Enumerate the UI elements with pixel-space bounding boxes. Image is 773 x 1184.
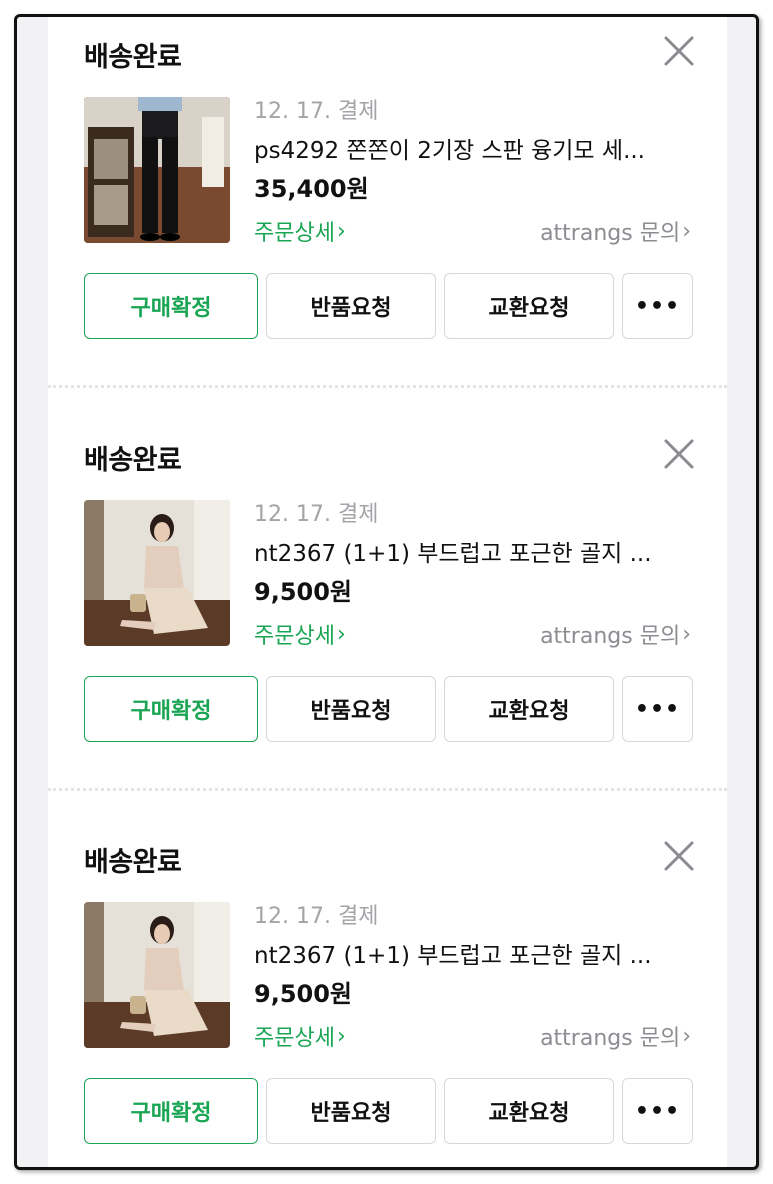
screenshot-frame: 배송완료 12. 17. 결제 ps4292 쫀쫀이 2기장 스판 융기모 세.… bbox=[14, 14, 759, 1170]
confirm-purchase-button[interactable]: 구매확정 bbox=[84, 676, 258, 742]
product-thumbnail[interactable] bbox=[84, 902, 230, 1048]
close-icon[interactable] bbox=[661, 838, 697, 874]
seller-inquiry-link[interactable]: attrangs 문의 › bbox=[540, 215, 691, 247]
seller-inquiry-label: attrangs 문의 bbox=[540, 221, 681, 246]
chevron-right-icon: › bbox=[336, 218, 346, 244]
return-request-button[interactable]: 반품요청 bbox=[266, 676, 436, 742]
product-price: 9,500원 bbox=[254, 578, 352, 606]
payment-date: 12. 17. 결제 bbox=[254, 502, 379, 527]
payment-date: 12. 17. 결제 bbox=[254, 99, 379, 124]
seller-inquiry-link[interactable]: attrangs 문의 › bbox=[540, 1020, 691, 1052]
close-icon[interactable] bbox=[661, 436, 697, 472]
divider bbox=[48, 385, 727, 388]
chevron-right-icon: › bbox=[682, 1023, 691, 1049]
beige-knit-dress-photo bbox=[84, 902, 230, 1048]
order-detail-label: 주문상세 bbox=[254, 221, 335, 246]
beige-knit-dress-photo bbox=[84, 500, 230, 646]
return-request-button[interactable]: 반품요청 bbox=[266, 273, 436, 339]
product-thumbnail[interactable] bbox=[84, 97, 230, 243]
product-price: 35,400원 bbox=[254, 175, 369, 203]
order-card: 배송완료 12. 17. 결제 nt2367 (1+1) 부드럽고 포근한 골지… bbox=[48, 824, 727, 1167]
delivery-status: 배송완료 bbox=[84, 847, 182, 878]
chevron-right-icon: › bbox=[682, 621, 691, 647]
divider bbox=[48, 788, 727, 791]
order-detail-link[interactable]: 주문상세 › bbox=[254, 215, 346, 247]
order-card: 배송완료 12. 17. 결제 ps4292 쫀쫀이 2기장 스판 융기모 세.… bbox=[48, 19, 727, 369]
payment-date: 12. 17. 결제 bbox=[254, 904, 379, 929]
confirm-purchase-button[interactable]: 구매확정 bbox=[84, 273, 258, 339]
order-card: 배송완료 12. 17. 결제 nt2367 (1+1) 부드럽고 포근한 골지… bbox=[48, 422, 727, 772]
more-options-button[interactable]: ••• bbox=[622, 273, 693, 339]
product-thumbnail[interactable] bbox=[84, 500, 230, 646]
order-detail-link[interactable]: 주문상세 › bbox=[254, 618, 346, 650]
more-options-button[interactable]: ••• bbox=[622, 1078, 693, 1144]
delivery-status: 배송완료 bbox=[84, 445, 182, 476]
chevron-right-icon: › bbox=[682, 218, 691, 244]
chevron-right-icon: › bbox=[336, 1023, 346, 1049]
exchange-request-button[interactable]: 교환요청 bbox=[444, 676, 614, 742]
confirm-purchase-button[interactable]: 구매확정 bbox=[84, 1078, 258, 1144]
delivery-status: 배송완료 bbox=[84, 42, 182, 73]
exchange-request-button[interactable]: 교환요청 bbox=[444, 1078, 614, 1144]
product-price: 9,500원 bbox=[254, 980, 352, 1008]
order-detail-label: 주문상세 bbox=[254, 624, 335, 649]
seller-inquiry-link[interactable]: attrangs 문의 › bbox=[540, 618, 691, 650]
more-options-button[interactable]: ••• bbox=[622, 676, 693, 742]
product-title[interactable]: ps4292 쫀쫀이 2기장 스판 융기모 세... bbox=[254, 131, 694, 165]
order-detail-link[interactable]: 주문상세 › bbox=[254, 1020, 346, 1052]
seller-inquiry-label: attrangs 문의 bbox=[540, 624, 681, 649]
seller-inquiry-label: attrangs 문의 bbox=[540, 1026, 681, 1051]
exchange-request-button[interactable]: 교환요청 bbox=[444, 273, 614, 339]
return-request-button[interactable]: 반품요청 bbox=[266, 1078, 436, 1144]
order-detail-label: 주문상세 bbox=[254, 1026, 335, 1051]
black-pants-photo bbox=[84, 97, 230, 243]
product-title[interactable]: nt2367 (1+1) 부드럽고 포근한 골지 ... bbox=[254, 936, 694, 970]
close-icon[interactable] bbox=[661, 33, 697, 69]
order-list: 배송완료 12. 17. 결제 ps4292 쫀쫀이 2기장 스판 융기모 세.… bbox=[48, 17, 727, 1167]
chevron-right-icon: › bbox=[336, 621, 346, 647]
product-title[interactable]: nt2367 (1+1) 부드럽고 포근한 골지 ... bbox=[254, 534, 694, 568]
